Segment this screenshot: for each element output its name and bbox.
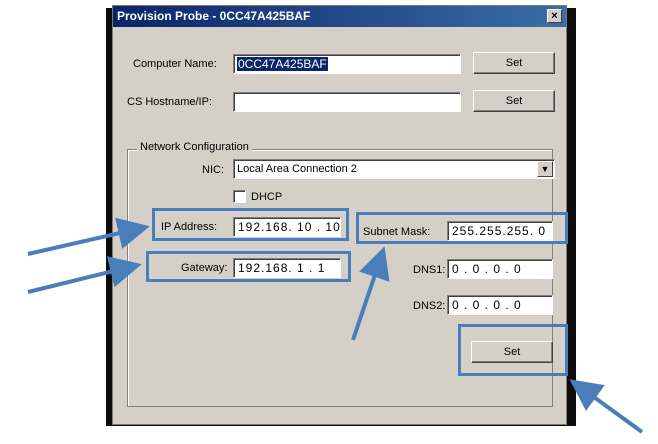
annotation-arrows [27, 217, 644, 434]
arrow-to-gateway [27, 256, 142, 294]
arrow-to-set-button [569, 379, 644, 434]
arrow-to-ip-address [27, 217, 150, 256]
arrow-to-subnet-mask [351, 246, 390, 341]
